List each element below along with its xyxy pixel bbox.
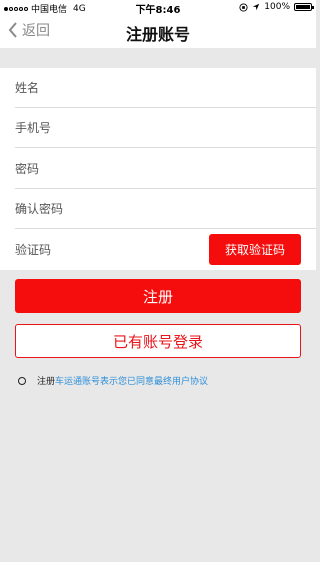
password-input[interactable]: [15, 149, 295, 189]
nav-bar: 返回 注册账号: [0, 14, 316, 48]
divider: [15, 147, 316, 148]
phone-input[interactable]: [15, 108, 295, 148]
confirm-password-row: [0, 189, 316, 229]
page-title: 注册账号: [125, 25, 190, 44]
battery-percentage: 100%: [264, 2, 290, 12]
name-input[interactable]: [15, 68, 295, 108]
existing-account-login-button[interactable]: 已有账号登录: [15, 324, 301, 358]
agreement-prefix: 注册: [37, 377, 56, 387]
agreement-radio[interactable]: [18, 376, 26, 385]
register-button[interactable]: 注册: [15, 279, 301, 313]
name-row: [0, 68, 316, 108]
agreement-notice: 注册 车运通账号表示您已同意最终用户协议: [18, 374, 208, 387]
confirm-password-input[interactable]: [15, 189, 295, 229]
password-row: [0, 149, 316, 189]
location-arrow-icon: [253, 3, 260, 11]
status-right: 100%: [239, 2, 314, 12]
divider: [15, 228, 316, 229]
registration-form: 获取验证码: [0, 68, 316, 270]
verification-code-row: 获取验证码: [0, 230, 316, 270]
orientation-lock-icon: [239, 2, 248, 12]
battery-icon: [294, 3, 314, 11]
user-agreement-link[interactable]: 车运通账号表示您已同意最终用户协议: [55, 374, 208, 387]
phone-row: [0, 108, 316, 148]
get-verification-code-button[interactable]: 获取验证码: [209, 234, 301, 265]
verification-code-input[interactable]: [15, 230, 195, 270]
status-bar: 中国电信 4G 下午8:46 100%: [0, 0, 316, 16]
